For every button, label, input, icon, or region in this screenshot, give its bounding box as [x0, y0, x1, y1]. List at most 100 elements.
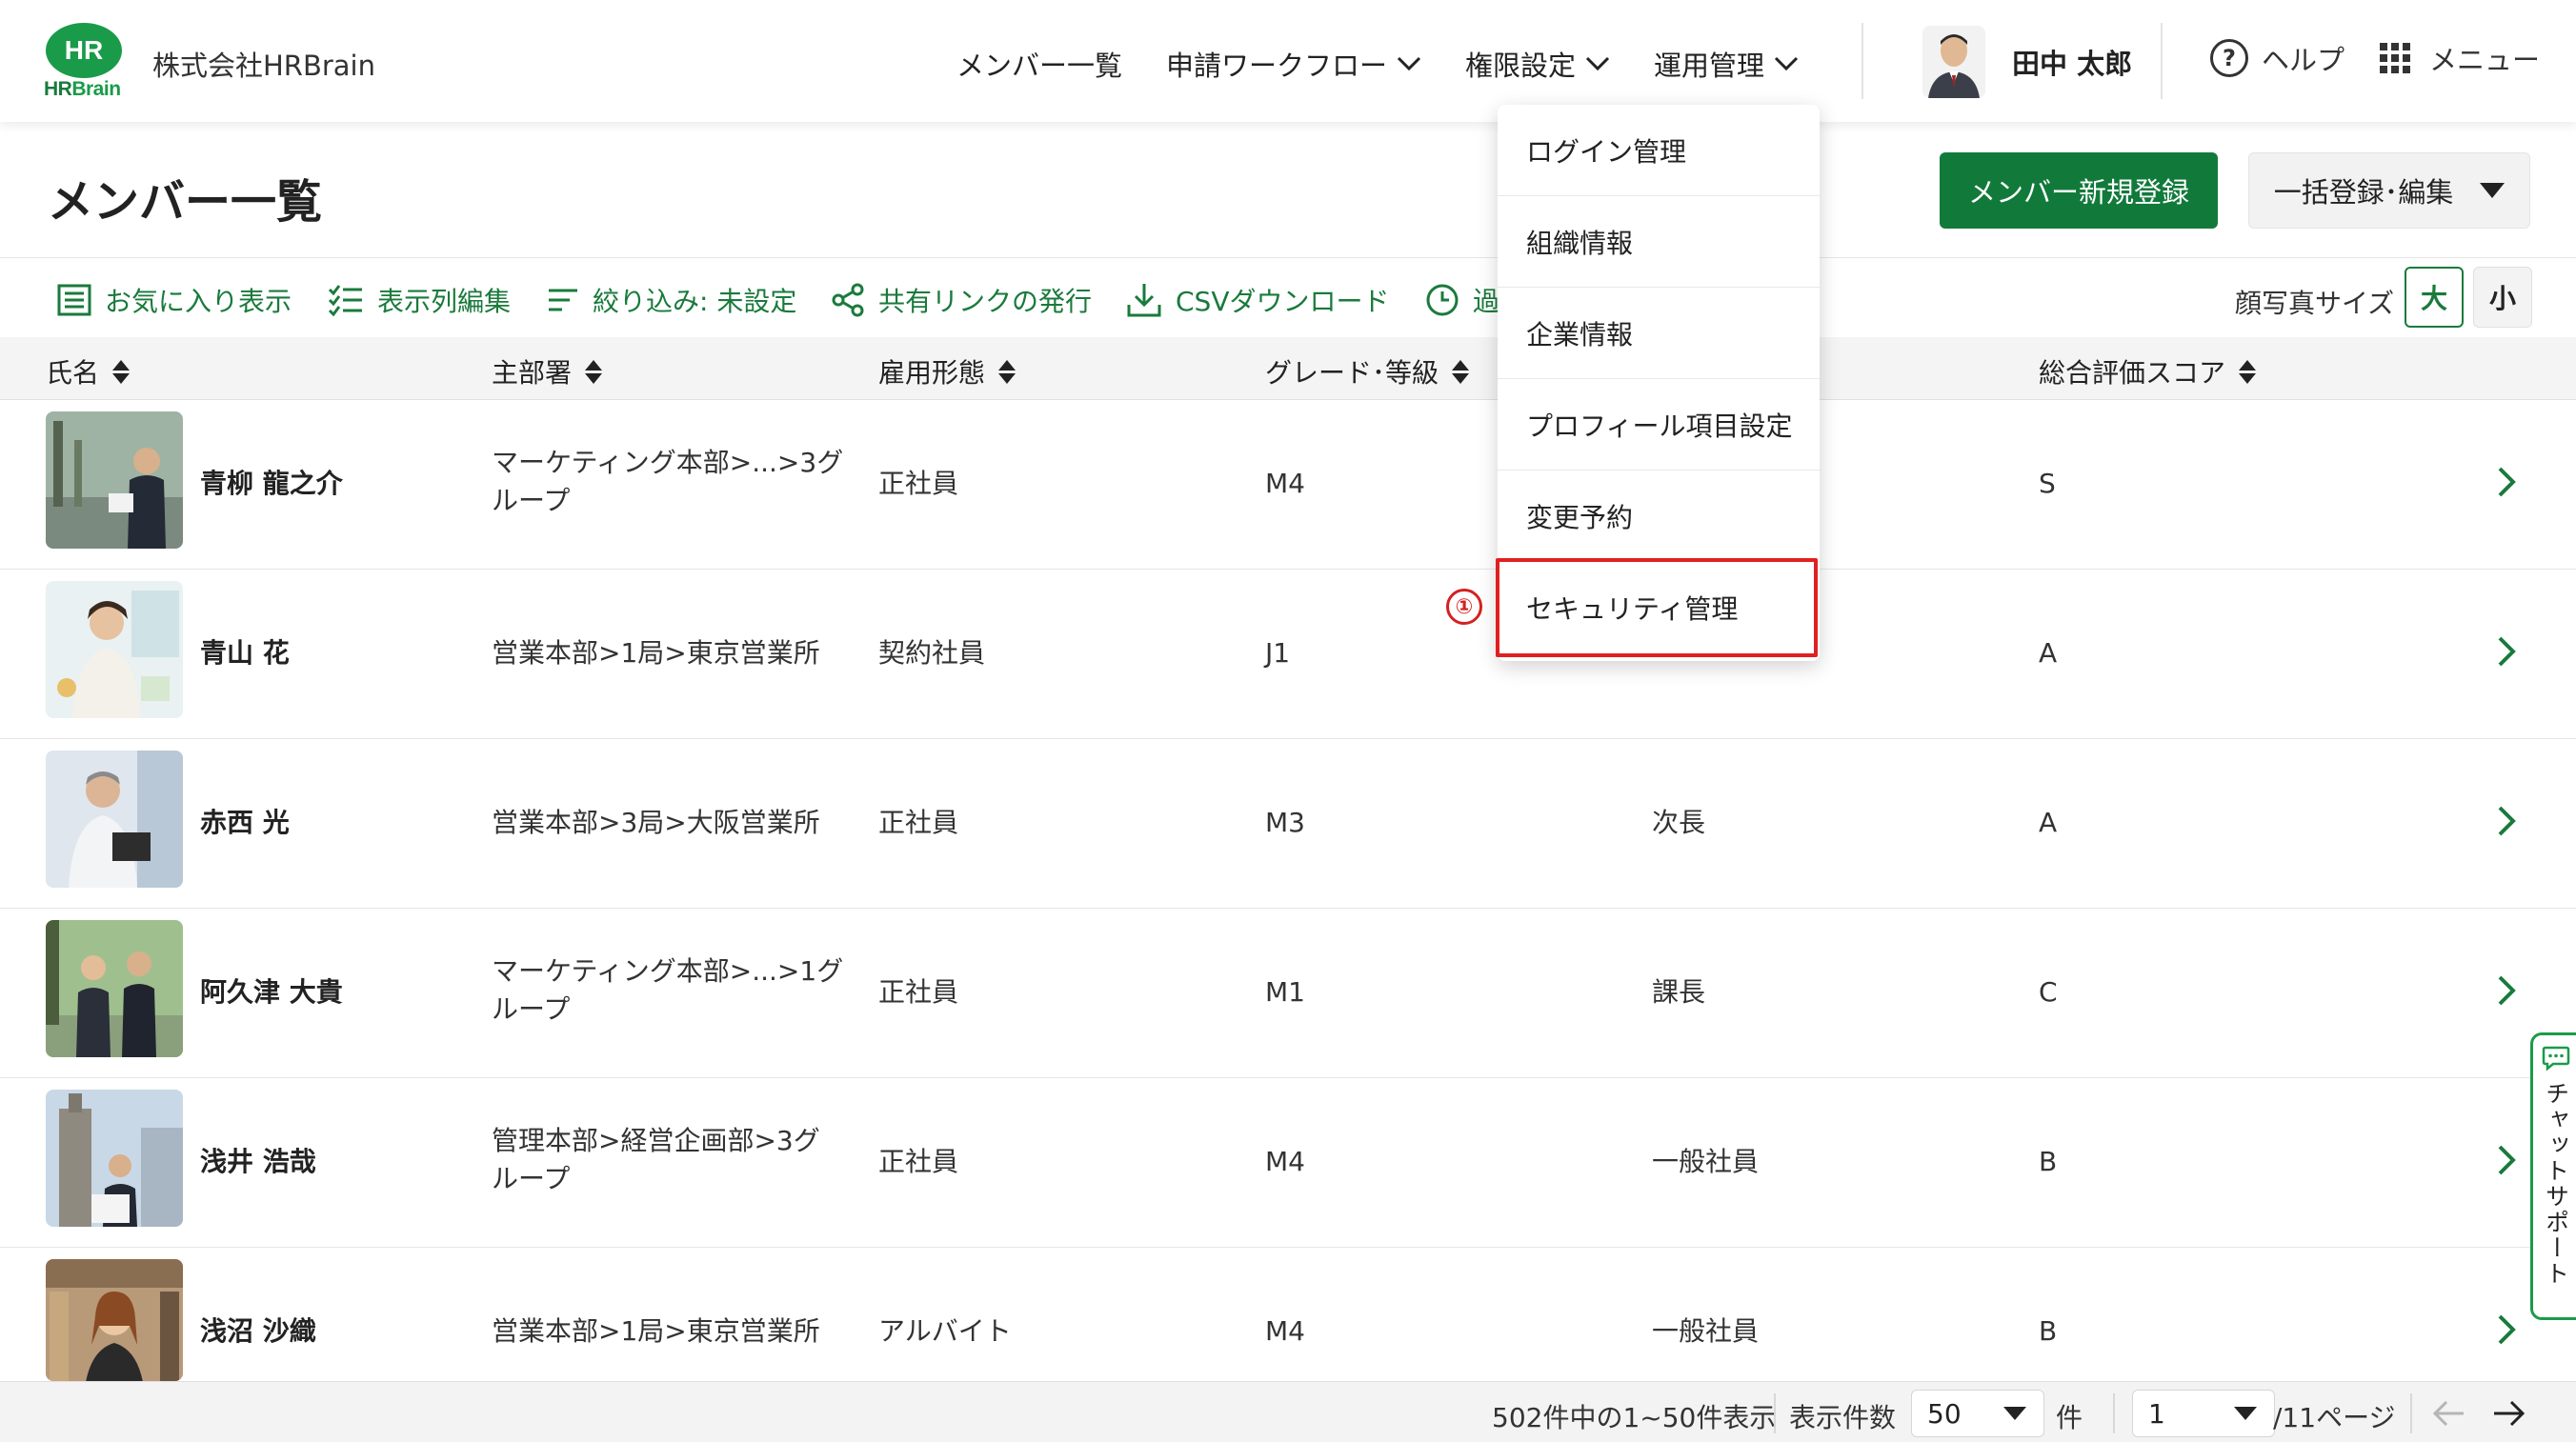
columns-label: 表示列編集 — [377, 286, 512, 317]
column-header-grade[interactable]: グレード･等級 — [1265, 352, 1470, 391]
share-label: 共有リンクの発行 — [878, 286, 1093, 317]
column-label: 主部署 — [492, 357, 573, 389]
member-employment: 正社員 — [878, 807, 959, 838]
member-grade: J1 — [1265, 637, 1291, 669]
edit-columns-button[interactable]: 表示列編集 — [328, 281, 511, 319]
chat-support-tab[interactable]: チャットサポート — [2530, 1032, 2576, 1320]
bulk-edit-label: 一括登録･編集 — [2273, 176, 2454, 209]
member-photo — [46, 751, 183, 888]
column-header-name[interactable]: 氏名 — [46, 352, 131, 391]
column-header-employment[interactable]: 雇用形態 — [878, 352, 1016, 391]
help-link[interactable]: ? ヘルプ — [2210, 38, 2345, 78]
chevron-right-icon[interactable] — [2496, 1143, 2519, 1177]
table-row[interactable]: 青柳 龍之介 マーケティング本部>...>3グループ 正社員 M4 S — [0, 400, 2576, 570]
favorites-button[interactable]: お気に入り表示 — [57, 281, 292, 319]
table-row[interactable]: 浅沼 沙織 営業本部>1局>東京営業所 アルバイト M4 一般社員 B — [0, 1248, 2576, 1381]
table-row[interactable]: 浅井 浩哉 管理本部>経営企画部>3グループ 正社員 M4 一般社員 B — [0, 1078, 2576, 1248]
company-name: 株式会社HRBrain — [152, 50, 375, 82]
member-photo — [46, 1090, 183, 1227]
logo-mark: HR — [46, 23, 122, 78]
photo-size-small-button[interactable]: 小 — [2473, 267, 2532, 328]
share-icon — [832, 283, 864, 317]
user-profile[interactable]: 田中 太郎 — [1922, 23, 2132, 101]
chat-support-label: チャットサポート — [2542, 1081, 2570, 1287]
per-page-select[interactable]: 50 — [1911, 1390, 2044, 1437]
member-score: A — [2039, 807, 2058, 838]
page-select[interactable]: 1 — [2132, 1390, 2275, 1437]
app-header: HR HRBrain 株式会社HRBrain メンバー一覧 申請ワークフロー 権… — [0, 0, 2576, 122]
table-row[interactable]: 赤西 光 営業本部>3局>大阪営業所 正社員 M3 次長 A — [0, 739, 2576, 909]
header-divider — [2161, 23, 2163, 99]
nav-member-list[interactable]: メンバー一覧 — [956, 44, 1122, 84]
menu-item-organization-info[interactable]: 組織情報 — [1498, 196, 1820, 288]
step-marker: ① — [1446, 589, 1482, 625]
member-position: 課長 — [1652, 976, 1706, 1008]
chevron-right-icon[interactable] — [2496, 804, 2519, 838]
bulk-edit-button[interactable]: 一括登録･編集 — [2248, 152, 2530, 229]
member-score: C — [2039, 976, 2058, 1008]
member-photo — [46, 581, 183, 718]
member-position: 一般社員 — [1652, 1146, 1760, 1177]
arrow-right-icon[interactable] — [2490, 1399, 2526, 1428]
chevron-down-icon — [1585, 56, 1610, 71]
member-name[interactable]: 青山 花 — [200, 634, 290, 672]
chevron-right-icon[interactable] — [2496, 1312, 2519, 1347]
member-grade: M4 — [1265, 1146, 1305, 1177]
history-button[interactable]: 過 — [1425, 281, 1499, 319]
logo-wordmark: HRBrain — [44, 78, 121, 101]
menu-item-scheduled-changes[interactable]: 変更予約 — [1498, 471, 1820, 562]
user-name: 田中 太郎 — [2012, 48, 2133, 80]
logo-text-brain: Brain — [71, 78, 121, 100]
nav-permissions[interactable]: 権限設定 — [1465, 44, 1610, 84]
member-name[interactable]: 浅沼 沙織 — [200, 1312, 316, 1351]
column-header-department[interactable]: 主部署 — [492, 352, 603, 391]
caret-down-icon — [2234, 1407, 2257, 1420]
share-link-button[interactable]: 共有リンクの発行 — [831, 281, 1092, 319]
per-page-label: 表示件数 — [1789, 1402, 1897, 1433]
member-name[interactable]: 阿久津 大貴 — [200, 973, 343, 1011]
caret-down-icon — [2480, 183, 2506, 198]
logo-text-hr: HR — [44, 78, 72, 100]
menu-label: メニュー — [2429, 44, 2541, 76]
menu-item-company-info[interactable]: 企業情報 — [1498, 288, 1820, 379]
clock-icon — [1426, 284, 1459, 316]
member-position: 一般社員 — [1652, 1315, 1760, 1347]
footer-divider — [2113, 1393, 2115, 1433]
chevron-right-icon[interactable] — [2496, 973, 2519, 1008]
member-name[interactable]: 浅井 浩哉 — [200, 1143, 316, 1181]
highlight-box — [1496, 558, 1818, 657]
column-header-score[interactable]: 総合評価スコア — [2039, 352, 2257, 391]
member-position: 次長 — [1652, 807, 1706, 838]
menu-button[interactable]: メニュー — [2380, 38, 2540, 78]
member-name[interactable]: 青柳 龍之介 — [200, 465, 343, 503]
filter-button[interactable]: 絞り込み: 未設定 — [547, 281, 796, 319]
sort-icon — [2239, 359, 2257, 384]
apps-grid-icon — [2380, 43, 2410, 73]
arrow-left-icon[interactable] — [2431, 1399, 2467, 1428]
pagination-bar: 502件中の1~50件表示 表示件数 50 件 1 /11ページ — [0, 1381, 2576, 1442]
member-department: 営業本部>1局>東京営業所 — [492, 1315, 820, 1347]
member-name[interactable]: 赤西 光 — [200, 804, 290, 842]
column-label: 雇用形態 — [878, 357, 986, 389]
nav-workflow[interactable]: 申請ワークフロー — [1166, 44, 1421, 84]
nav-operations[interactable]: 運用管理 — [1654, 44, 1799, 84]
nav-label: 申請ワークフロー — [1166, 50, 1388, 82]
member-score: B — [2039, 1315, 2058, 1347]
per-page-unit: 件 — [2056, 1402, 2083, 1433]
member-grade: M4 — [1265, 1315, 1305, 1347]
photo-size-large-button[interactable]: 大 — [2405, 267, 2464, 328]
chat-bubble-icon — [2542, 1046, 2569, 1071]
menu-item-login-management[interactable]: ログイン管理 — [1498, 105, 1820, 196]
csv-download-button[interactable]: CSVダウンロード — [1126, 281, 1389, 319]
member-employment: 正社員 — [878, 1146, 959, 1177]
chevron-right-icon[interactable] — [2496, 634, 2519, 669]
menu-item-profile-fields[interactable]: プロフィール項目設定 — [1498, 379, 1820, 471]
add-member-button[interactable]: メンバー新規登録 — [1940, 152, 2218, 229]
member-department: 営業本部>3局>大阪営業所 — [492, 807, 820, 838]
column-label: 氏名 — [46, 357, 100, 389]
table-row[interactable]: 阿久津 大貴 マーケティング本部>...>1グループ 正社員 M1 課長 C — [0, 909, 2576, 1078]
table-row[interactable]: 青山 花 営業本部>1局>東京営業所 契約社員 J1 A — [0, 570, 2576, 739]
column-label: グレード･等級 — [1265, 357, 1439, 389]
chevron-right-icon[interactable] — [2496, 465, 2519, 499]
hrbrain-logo[interactable]: HR HRBrain — [44, 23, 126, 101]
